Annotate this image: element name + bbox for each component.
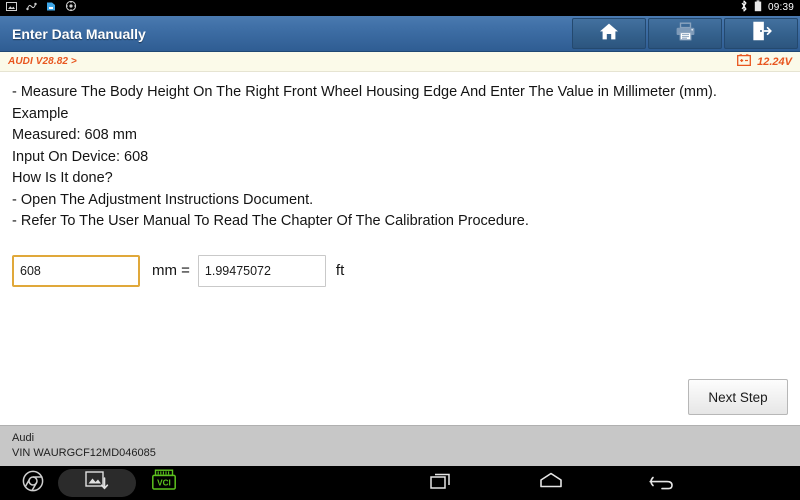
exit-button[interactable] [724,18,798,49]
instruction-line-3: Measured: 608 mm [12,127,137,143]
android-back-icon [647,470,675,497]
status-bar-right-icons: 09:39 [740,0,794,17]
car-battery-icon [737,53,752,71]
instruction-line-7: - Refer To The User Manual To Read The C… [12,213,529,229]
screenshot-capture-icon [85,470,109,497]
home-button[interactable] [572,18,646,49]
battery-icon [754,0,762,17]
printer-icon [675,22,696,46]
nav-bar-system-buttons [152,470,800,497]
main-content: - Measure The Body Height On The Right F… [0,72,800,425]
vehicle-info-footer: Audi VIN WAURGCF12MD046085 [0,425,800,466]
app-title-bar: Enter Data Manually [0,16,800,52]
measurement-entry-row: mm = ft [12,254,788,287]
ft-unit-label: ft [335,262,345,279]
recent-apps-button[interactable] [429,470,455,497]
instruction-text-block: - Measure The Body Height On The Right F… [12,82,788,233]
page-title: Enter Data Manually [12,25,146,42]
nav-bar-left-group: VCI [0,469,178,498]
svg-text:VCI: VCI [157,478,171,487]
android-home-button[interactable] [537,470,565,497]
android-back-button[interactable] [647,470,675,497]
mm-unit-label: mm = [152,262,190,279]
instruction-line-5: How Is It done? [12,170,113,186]
chrome-icon[interactable] [22,470,44,497]
exit-icon [751,21,772,46]
instruction-line-1: - Measure The Body Height On The Right F… [12,84,717,100]
vci-connector-icon[interactable]: VCI [150,469,178,498]
software-version-link[interactable]: AUDI V28.82 > [8,56,77,67]
sd-card-icon [46,0,56,17]
home-icon [599,22,619,46]
device-screen: 09:39 Enter Data Manually AUDI V28.82 > … [0,0,800,500]
title-bar-actions [572,16,800,51]
status-bar-clock: 09:39 [767,2,794,13]
android-nav-bar: VCI [0,466,800,500]
millimeter-input[interactable] [12,254,140,287]
print-button[interactable] [648,18,722,49]
vehicle-make: Audi [12,432,35,444]
recent-apps-icon [429,470,455,497]
usb-debug-icon [26,0,37,17]
android-status-bar: 09:39 [0,0,800,16]
screenshot-capture-button[interactable] [58,469,136,497]
instruction-line-4: Input On Device: 608 [12,148,149,165]
vehicle-vin: VIN WAURGCF12MD046085 [12,447,156,459]
screenshot-icon [6,0,17,17]
next-step-button[interactable]: Next Step [688,379,788,415]
bluetooth-icon [740,0,748,17]
version-voltage-strip: AUDI V28.82 > 12.24V [0,52,800,72]
instruction-line-2: Example [12,105,69,122]
android-home-icon [537,470,565,497]
sync-icon [65,0,77,17]
feet-input[interactable] [197,254,326,287]
status-bar-left-icons [6,0,77,17]
voltage-indicator: 12.24V [737,53,792,71]
voltage-value: 12.24V [757,55,792,68]
instruction-line-6: - Open The Adjustment Instructions Docum… [12,191,314,208]
